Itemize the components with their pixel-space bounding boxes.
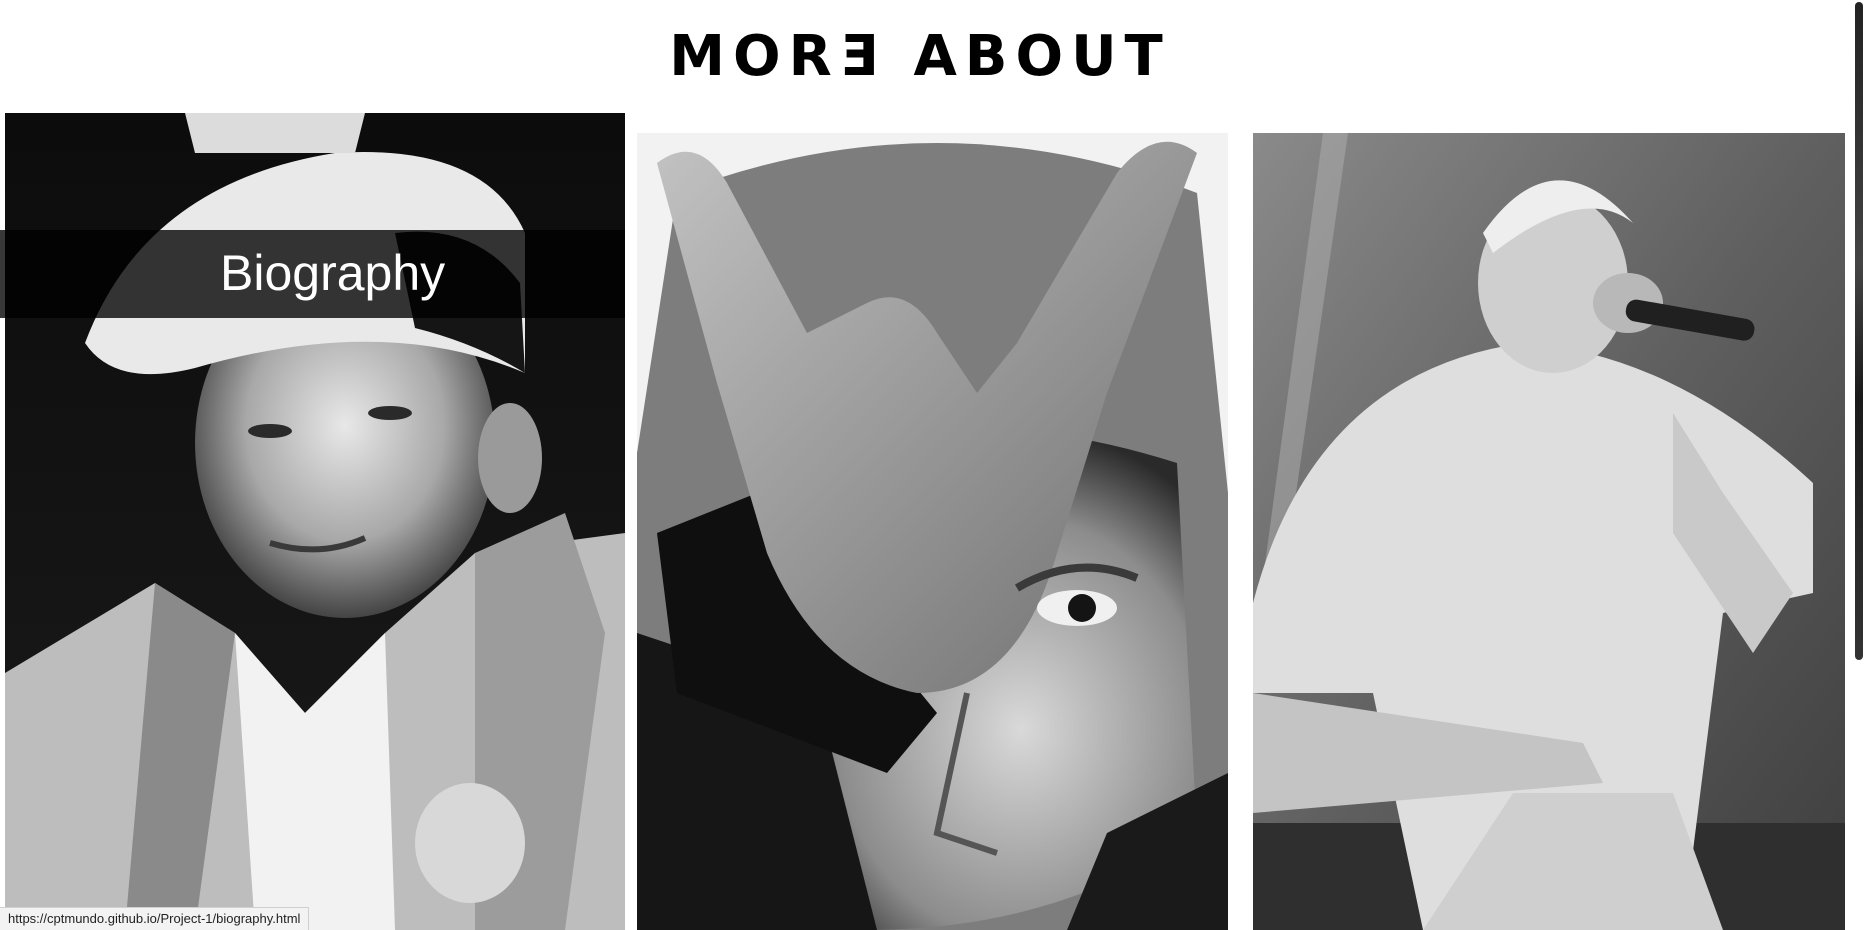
page: MORƎ ABOUT Biography https://cptmundo.gi… bbox=[0, 0, 1865, 930]
section-title: MORƎ ABOUT bbox=[669, 24, 1171, 89]
scrollbar-thumb[interactable] bbox=[1855, 2, 1863, 660]
vertical-scrollbar[interactable] bbox=[1853, 0, 1865, 930]
hand-gesture-portrait-photo bbox=[637, 133, 1228, 930]
link-preview-status: https://cptmundo.github.io/Project-1/bio… bbox=[0, 907, 310, 930]
second-card[interactable] bbox=[637, 133, 1228, 930]
third-card[interactable] bbox=[1253, 133, 1845, 930]
performing-with-microphone-photo bbox=[1253, 133, 1845, 930]
biography-link[interactable]: Biography bbox=[220, 243, 445, 303]
